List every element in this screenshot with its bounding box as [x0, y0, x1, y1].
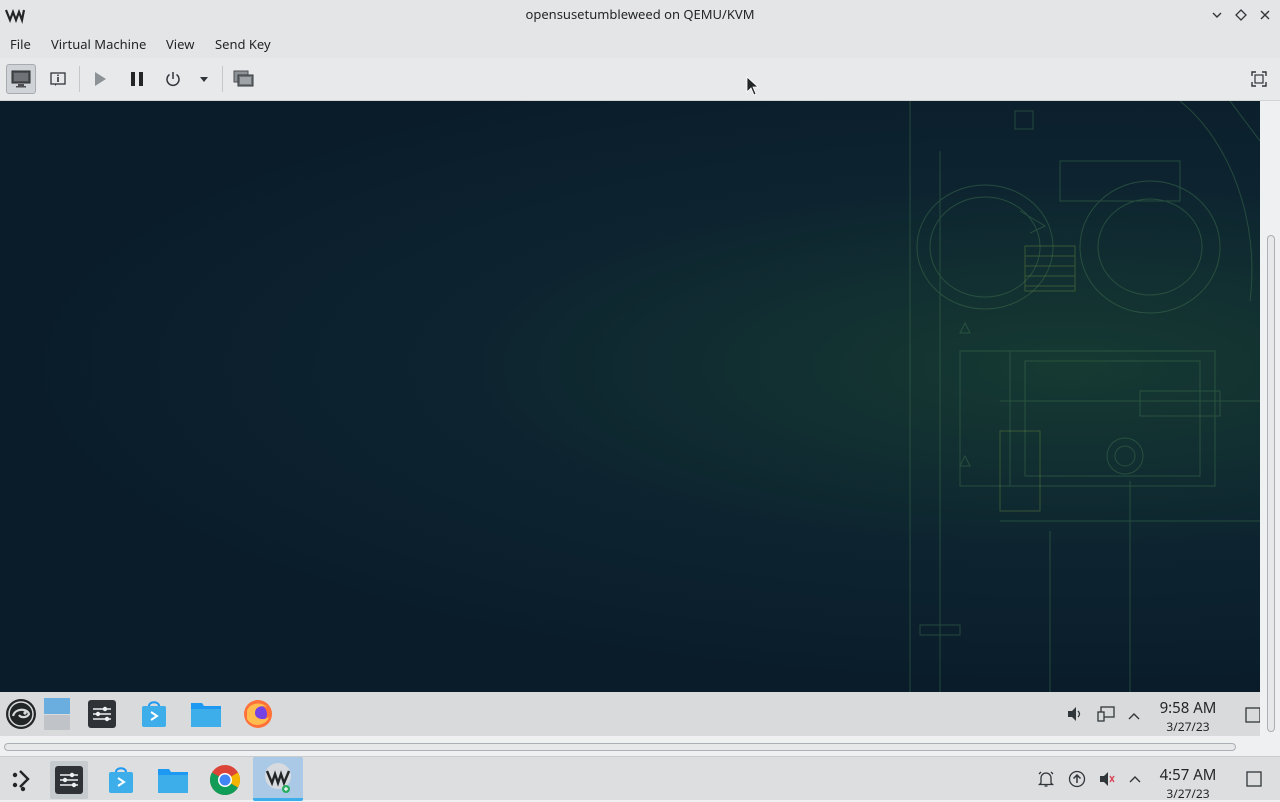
- show-desktop-icon: [1245, 707, 1260, 723]
- host-volume-tray[interactable]: [1097, 769, 1117, 789]
- desktop-pager-icon: [44, 698, 70, 730]
- mouse-cursor-icon: [746, 76, 760, 101]
- menubar: File Virtual Machine View Send Key: [0, 30, 1280, 58]
- fullscreen-button[interactable]: [1244, 64, 1274, 94]
- updates-icon: [1068, 770, 1086, 788]
- toolbar-separator: [79, 66, 80, 92]
- guest-taskbar: 9:58 AM 3/27/23: [0, 692, 1260, 736]
- maximize-button[interactable]: [1232, 6, 1250, 24]
- host-virt-manager-task[interactable]: [253, 757, 303, 801]
- guest-firefox-launcher[interactable]: [241, 697, 275, 731]
- volume-icon: [1068, 707, 1081, 721]
- guest-show-desktop-button[interactable]: [1245, 706, 1260, 728]
- guest-digital-clock[interactable]: 9:58 AM 3/27/23: [1153, 698, 1223, 735]
- guest-file-manager-launcher[interactable]: [189, 697, 223, 731]
- virt-manager-icon: [265, 762, 291, 793]
- toolbar: [0, 58, 1280, 101]
- diamond-icon: [1235, 9, 1247, 21]
- vertical-scrollbar-thumb[interactable]: [1267, 235, 1275, 732]
- show-desktop-icon: [1246, 771, 1262, 787]
- host-taskbar: 4:57 AM 3/27/23: [0, 756, 1280, 802]
- menu-file[interactable]: File: [0, 30, 41, 58]
- host-digital-clock[interactable]: 4:57 AM 3/27/23: [1153, 765, 1223, 802]
- muted-volume-icon: [1100, 772, 1115, 786]
- close-button[interactable]: [1256, 6, 1274, 24]
- details-info-icon: [50, 72, 66, 86]
- dropdown-arrow-icon: [200, 77, 208, 82]
- opensuse-menu-icon: [6, 699, 36, 729]
- host-show-desktop-button[interactable]: [1244, 769, 1264, 789]
- host-clock-date: 3/27/23: [1166, 785, 1210, 802]
- file-manager-icon: [158, 769, 188, 793]
- blueprint-wallpaper-art: [909, 101, 1260, 692]
- minimize-button[interactable]: [1208, 6, 1226, 24]
- window-title: opensusetumbleweed on QEMU/KVM: [525, 5, 755, 23]
- play-icon: [95, 72, 106, 86]
- guest-app-menu-button[interactable]: [4, 697, 38, 731]
- menu-send-key[interactable]: Send Key: [205, 30, 281, 58]
- firefox-icon: [244, 700, 272, 728]
- snapshots-button[interactable]: [229, 64, 259, 94]
- host-clock-time: 4:57 AM: [1159, 765, 1217, 785]
- host-settings-task[interactable]: [50, 761, 88, 799]
- guest-clock-date: 3/27/23: [1166, 718, 1210, 735]
- console-monitor-icon: [11, 70, 31, 88]
- notifications-icon: [1037, 771, 1055, 787]
- pause-icon: [131, 72, 143, 86]
- toolbar-separator: [222, 66, 223, 92]
- menu-virtual-machine[interactable]: Virtual Machine: [41, 30, 156, 58]
- file-manager-icon: [191, 703, 221, 727]
- host-notifications-tray[interactable]: [1036, 769, 1056, 789]
- settings-icon: [55, 766, 83, 794]
- power-icon: [166, 72, 180, 87]
- run-button[interactable]: [85, 64, 115, 94]
- guest-settings-launcher[interactable]: [85, 697, 119, 731]
- vm-console-display[interactable]: 9:58 AM 3/27/23: [0, 101, 1260, 736]
- chrome-icon: [209, 765, 241, 796]
- discover-store-icon: [142, 701, 166, 727]
- chevron-up-icon: [1128, 713, 1140, 720]
- chevron-down-icon: [1212, 12, 1222, 18]
- host-expand-tray-button[interactable]: [1125, 769, 1145, 789]
- settings-icon: [88, 700, 116, 728]
- host-chrome-launcher[interactable]: [206, 761, 244, 799]
- app-launcher-icon: [12, 770, 30, 792]
- network-icon: [1097, 706, 1115, 722]
- show-console-button[interactable]: [6, 64, 36, 94]
- guest-expand-tray-button[interactable]: [1127, 706, 1141, 728]
- snapshot-icon: [233, 70, 254, 87]
- pause-button[interactable]: [122, 64, 152, 94]
- fullscreen-icon: [1251, 71, 1267, 87]
- guest-discover-launcher[interactable]: [137, 697, 171, 731]
- shutdown-menu-button[interactable]: [192, 64, 216, 94]
- guest-network-tray[interactable]: [1097, 705, 1115, 728]
- discover-store-icon: [109, 767, 133, 793]
- close-icon: [1260, 10, 1270, 20]
- host-file-manager-launcher[interactable]: [154, 761, 192, 799]
- host-discover-launcher[interactable]: [102, 761, 140, 799]
- guest-wallpaper: [0, 101, 1260, 692]
- chevron-up-icon: [1129, 776, 1141, 783]
- host-app-launcher-button[interactable]: [3, 761, 41, 799]
- guest-clock-time: 9:58 AM: [1159, 698, 1217, 718]
- horizontal-scrollbar-thumb[interactable]: [4, 743, 1236, 751]
- menu-view[interactable]: View: [156, 30, 204, 58]
- shutdown-button[interactable]: [158, 64, 188, 94]
- host-updates-tray[interactable]: [1067, 769, 1087, 789]
- guest-pager[interactable]: [42, 697, 72, 731]
- guest-volume-tray[interactable]: [1066, 705, 1084, 728]
- show-details-button[interactable]: [43, 64, 73, 94]
